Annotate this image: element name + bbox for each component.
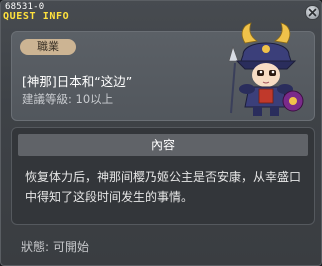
- job-badge: 職業: [20, 39, 76, 55]
- close-button[interactable]: [305, 5, 320, 20]
- quest-info-window: 68531-0 QUEST INFO 職業 [神那]日本和“这边” 建議等級: …: [0, 0, 322, 266]
- npc-name: [神那]日本和“这边”: [22, 74, 133, 89]
- close-icon: [308, 8, 317, 17]
- quest-status: 狀態: 可開始: [21, 238, 89, 255]
- quest-description: 恢复体力后，神那间樱乃姬公主是否安康，从幸盛口中得知了这段时间发生的事情。: [25, 170, 302, 204]
- content-header: 內容: [18, 134, 308, 156]
- window-title: QUEST INFO: [3, 11, 70, 22]
- recommended-level: 建議等級: 10以上: [22, 92, 114, 106]
- samurai-npc-avatar: [228, 22, 304, 116]
- status-label: 狀態:: [21, 240, 50, 254]
- status-value: 可開始: [53, 240, 90, 254]
